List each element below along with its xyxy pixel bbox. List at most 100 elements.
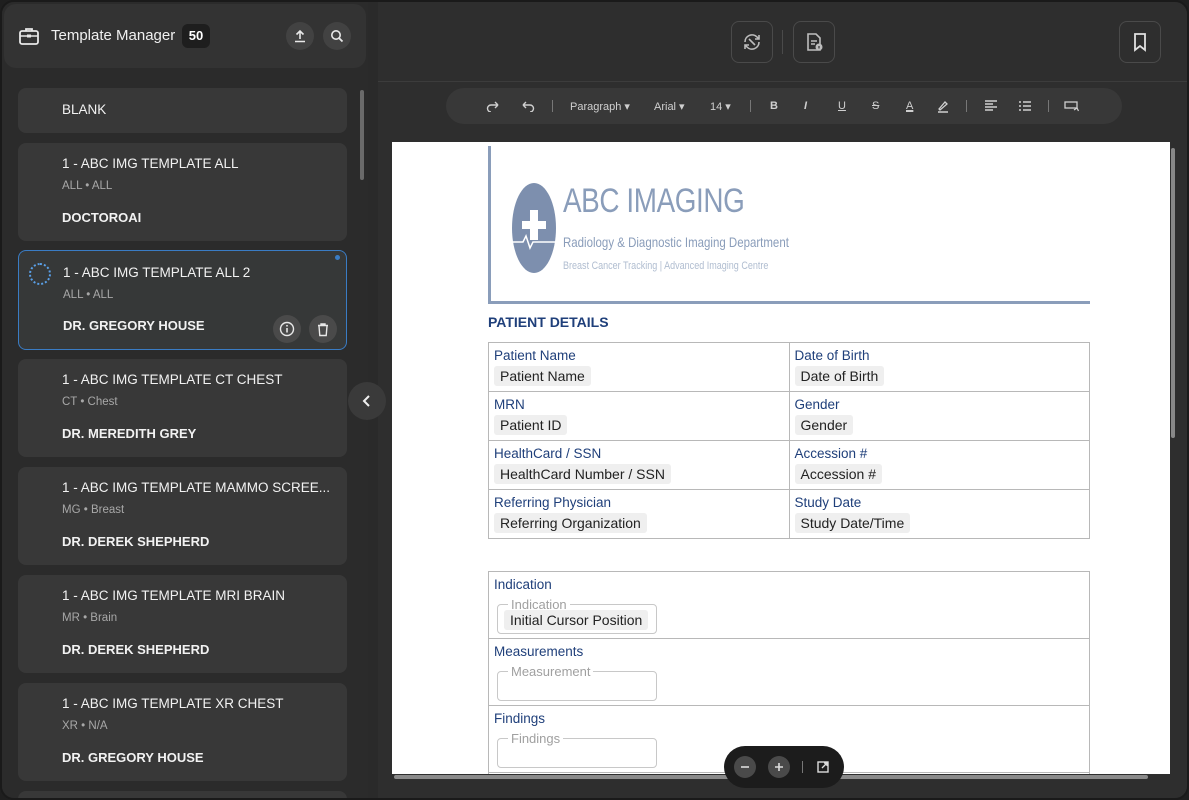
field-placeholder[interactable]: Patient ID: [494, 415, 568, 435]
bookmark-button[interactable]: [1119, 21, 1161, 63]
align-left-button[interactable]: [984, 88, 998, 124]
font-size-select[interactable]: 14 ▾: [710, 88, 731, 124]
template-doctor: DR. GREGORY HOUSE: [62, 750, 204, 765]
redo-icon: [486, 101, 499, 112]
zoom-out-button[interactable]: [734, 756, 756, 778]
template-card[interactable]: 1 - ABC IMG TEMPLATE ALL ALL • ALL DOCTO…: [18, 143, 347, 241]
field-cell[interactable]: Study Date Study Date/Time: [788, 489, 1090, 539]
field-placeholder[interactable]: Referring Organization: [494, 513, 647, 533]
font-family-select[interactable]: Arial ▾: [654, 88, 685, 124]
template-card[interactable]: 1 - ABC IMG TEMPLATE XR CHEST XR • N/A D…: [18, 683, 347, 781]
open-external-button[interactable]: [812, 756, 834, 778]
zoom-in-button[interactable]: [768, 756, 790, 778]
patient-details-table: Patient Name Patient Name Date of Birth Da…: [488, 342, 1090, 539]
field-placeholder[interactable]: HealthCard Number / SSN: [494, 464, 671, 484]
list-button[interactable]: [1018, 88, 1032, 124]
template-meta: ALL • ALL: [62, 180, 113, 192]
sync-button[interactable]: [731, 21, 773, 63]
template-doctor: DR. GREGORY HOUSE: [63, 318, 205, 333]
template-meta: XR • N/A: [62, 720, 108, 732]
field-legend: Measurement: [508, 664, 594, 679]
underline-button[interactable]: U: [838, 88, 846, 124]
search-button[interactable]: [323, 22, 351, 50]
formatting-toolbar: Paragraph ▾ Arial ▾ 14 ▾ B I U S A: [446, 88, 1122, 124]
field-cell[interactable]: Date of Birth Date of Birth: [788, 342, 1090, 392]
redo-button[interactable]: [486, 88, 500, 124]
highlight-button[interactable]: [936, 88, 950, 124]
selected-indicator: [335, 255, 340, 260]
template-meta: MR • Brain: [62, 612, 118, 624]
align-left-icon: [985, 100, 997, 111]
info-button[interactable]: [273, 315, 301, 343]
document-info-icon: [807, 33, 823, 51]
template-name: 1 - ABC IMG TEMPLATE ALL: [62, 156, 239, 171]
letterhead: ABC IMAGING Radiology & Diagnostic Imagi…: [488, 146, 1090, 304]
template-name: 1 - ABC IMG TEMPLATE MAMMO SCREE...: [62, 480, 331, 495]
template-card[interactable]: [18, 791, 347, 798]
trash-icon: [318, 322, 328, 336]
field-label: Accession #: [794, 446, 868, 461]
document-page[interactable]: ABC IMAGING Radiology & Diagnostic Imagi…: [392, 142, 1170, 774]
field-placeholder[interactable]: Study Date/Time: [794, 513, 911, 533]
editor-area: Paragraph ▾ Arial ▾ 14 ▾ B I U S A ABC I…: [378, 2, 1187, 798]
field-label: Gender: [794, 397, 840, 412]
info-icon: [279, 321, 295, 337]
field-cell[interactable]: HealthCard / SSN HealthCard Number / SSN: [488, 440, 790, 490]
findings-field[interactable]: Findings: [497, 731, 657, 768]
indication-field[interactable]: Indication Initial Cursor Position: [497, 597, 657, 634]
toolbar-divider: [782, 30, 783, 54]
document-vertical-scrollbar[interactable]: [1171, 148, 1175, 438]
minus-icon: [741, 766, 749, 768]
block-type-select[interactable]: Paragraph ▾: [570, 88, 630, 124]
template-card-blank[interactable]: BLANK: [18, 88, 347, 133]
list-icon: [1019, 101, 1031, 111]
loading-spinner-icon: [29, 263, 51, 285]
toolbar-separator: [966, 100, 967, 112]
template-card[interactable]: 1 - ABC IMG TEMPLATE MRI BRAIN MR • Brai…: [18, 575, 347, 673]
toolbox-icon: [19, 28, 39, 45]
field-legend: Findings: [508, 731, 564, 746]
template-meta: ALL • ALL: [63, 289, 114, 301]
field-label: Date of Birth: [794, 348, 870, 363]
field-placeholder[interactable]: Gender: [794, 415, 854, 435]
italic-button[interactable]: I: [804, 88, 807, 124]
logo-title: ABC IMAGING: [563, 182, 745, 220]
field-placeholder[interactable]: Accession #: [794, 464, 882, 484]
delete-button[interactable]: [309, 315, 337, 343]
document-info-button[interactable]: [793, 21, 835, 63]
template-count-badge: 50: [182, 24, 210, 48]
zoom-controls: [724, 746, 844, 788]
template-meta: MG • Breast: [62, 504, 125, 516]
field-placeholder[interactable]: Patient Name: [494, 366, 591, 386]
field-placeholder[interactable]: Date of Birth: [794, 366, 885, 386]
cursor-position-chip[interactable]: Initial Cursor Position: [504, 610, 649, 630]
collapse-sidebar-button[interactable]: [348, 382, 386, 420]
zoom-separator: [802, 761, 803, 773]
upload-icon: [295, 29, 305, 43]
bold-button[interactable]: B: [770, 88, 778, 124]
template-meta: CT • Chest: [62, 396, 118, 408]
external-link-icon: [817, 761, 829, 773]
input-field-icon: [1064, 101, 1080, 112]
template-card-selected[interactable]: 1 - ABC IMG TEMPLATE ALL 2 ALL • ALL DR.…: [18, 250, 347, 350]
medical-cross-logo-icon: [512, 183, 556, 273]
undo-button[interactable]: [521, 88, 535, 124]
template-card[interactable]: 1 - ABC IMG TEMPLATE MAMMO SCREE... MG •…: [18, 467, 347, 565]
measurement-field[interactable]: Measurement: [497, 664, 657, 701]
font-color-button[interactable]: A: [906, 88, 913, 124]
template-card[interactable]: 1 - ABC IMG TEMPLATE CT CHEST CT • Chest…: [18, 359, 347, 457]
field-cell[interactable]: Gender Gender: [788, 391, 1090, 441]
template-doctor: DOCTOROAI: [62, 210, 142, 225]
field-cell[interactable]: Accession # Accession #: [788, 440, 1090, 490]
template-doctor: DR. DEREK SHEPHERD: [62, 534, 210, 549]
sidebar-scrollbar[interactable]: [360, 90, 364, 180]
field-cell[interactable]: Referring Physician Referring Organizatio…: [488, 489, 790, 539]
strikethrough-button[interactable]: S: [872, 88, 879, 124]
undo-icon: [522, 101, 535, 112]
insert-field-button[interactable]: [1064, 88, 1080, 124]
field-cell[interactable]: Patient Name Patient Name: [488, 342, 790, 392]
template-name: 1 - ABC IMG TEMPLATE XR CHEST: [62, 696, 284, 711]
sidebar-title: Template Manager: [51, 27, 176, 44]
upload-button[interactable]: [286, 22, 314, 50]
field-cell[interactable]: MRN Patient ID: [488, 391, 790, 441]
